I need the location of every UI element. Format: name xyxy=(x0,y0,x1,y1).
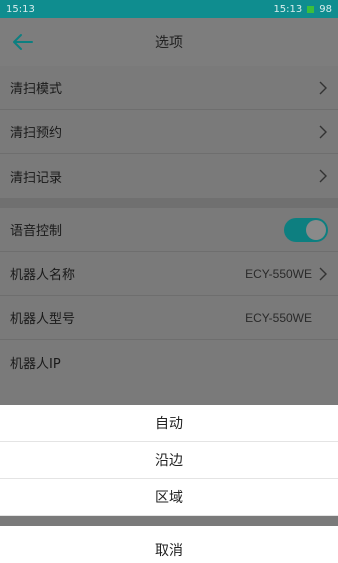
chevron-right-icon xyxy=(319,125,327,138)
sheet-gap xyxy=(0,516,338,526)
sheet-option-edge[interactable]: 沿边 xyxy=(0,442,338,479)
status-time-left: 15:13 xyxy=(6,3,35,15)
battery-icon xyxy=(307,5,315,13)
settings-content: 清扫模式 清扫预约 清扫记录 语音控制 机器人名称 ECY-550WE 机器人型… xyxy=(0,66,338,384)
action-sheet: 自动 沿边 区域 取消 xyxy=(0,405,338,563)
robot-name-value: ECY-550WE xyxy=(245,266,312,281)
status-bar: 15:13 15:13 98 xyxy=(0,0,338,18)
back-arrow-icon[interactable] xyxy=(12,32,34,52)
row-robot-name[interactable]: 机器人名称 ECY-550WE xyxy=(0,252,338,296)
page-title: 选项 xyxy=(155,35,183,51)
battery-level: 98 xyxy=(319,3,332,15)
settings-group-cleaning: 清扫模式 清扫预约 清扫记录 xyxy=(0,66,338,198)
sheet-option-area[interactable]: 区域 xyxy=(0,479,338,516)
row-clean-schedule[interactable]: 清扫预约 xyxy=(0,110,338,154)
row-label: 清扫预约 xyxy=(10,126,63,141)
chevron-right-icon xyxy=(319,81,327,94)
status-time-right: 15:13 xyxy=(273,3,303,15)
voice-control-toggle[interactable] xyxy=(284,217,328,242)
chevron-right-icon xyxy=(319,169,327,183)
section-divider xyxy=(0,198,338,208)
row-clean-history[interactable]: 清扫记录 xyxy=(0,154,338,198)
header: 选项 xyxy=(0,18,338,66)
row-robot-ip: 机器人IP xyxy=(0,340,338,384)
settings-group-robot: 语音控制 机器人名称 ECY-550WE 机器人型号 ECY-550WE 机器人… xyxy=(0,208,338,384)
row-label: 机器人名称 xyxy=(10,268,76,283)
toggle-knob xyxy=(306,219,326,240)
row-label: 语音控制 xyxy=(10,224,63,239)
sheet-option-auto[interactable]: 自动 xyxy=(0,405,338,442)
row-voice-control: 语音控制 xyxy=(0,208,338,252)
row-label: 机器人IP xyxy=(10,356,61,372)
row-label: 机器人型号 xyxy=(10,312,76,327)
row-label: 清扫记录 xyxy=(10,170,63,186)
row-label: 清扫模式 xyxy=(10,82,63,97)
chevron-right-icon xyxy=(319,267,327,280)
row-clean-mode[interactable]: 清扫模式 xyxy=(0,66,338,110)
robot-model-value: ECY-550WE xyxy=(245,310,312,325)
cancel-button[interactable]: 取消 xyxy=(0,526,338,563)
row-robot-model: 机器人型号 ECY-550WE xyxy=(0,296,338,340)
